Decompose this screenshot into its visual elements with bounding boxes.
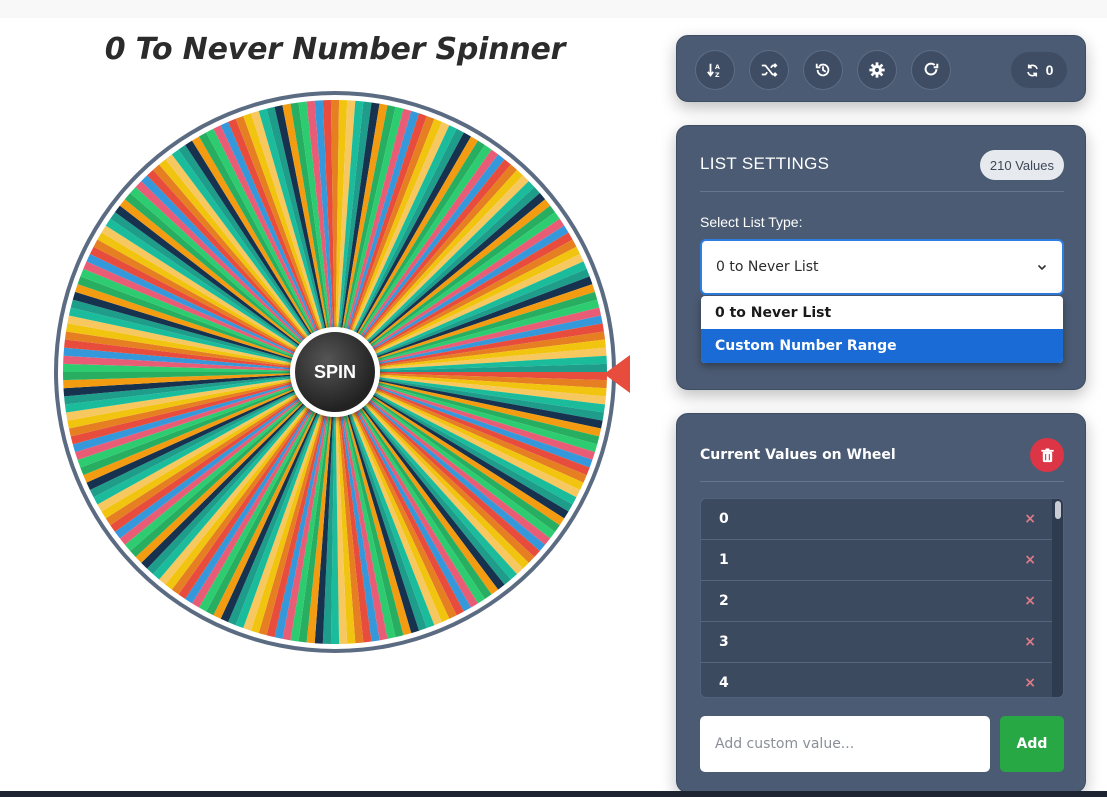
refresh-icon	[1026, 64, 1038, 76]
page-title: 0 To Never Number Spinner	[104, 32, 566, 67]
list-item-value: 1	[719, 552, 729, 568]
shuffle-button[interactable]	[749, 50, 789, 90]
list-item: 0 ×	[701, 499, 1054, 540]
svg-text:A: A	[715, 64, 720, 71]
shuffle-icon	[761, 63, 778, 77]
clear-all-button[interactable]	[1030, 438, 1064, 472]
values-count-badge: 210 Values	[979, 150, 1064, 180]
list-item-value: 2	[719, 593, 729, 609]
list-item: 2 ×	[701, 581, 1054, 622]
list-settings-panel: LIST SETTINGS 210 Values Select List Typ…	[676, 125, 1086, 390]
values-list[interactable]: 0 × 1 × 2 × 3 × 4 ×	[700, 498, 1064, 698]
scrollbar-thumb[interactable]	[1055, 501, 1061, 519]
sort-icon: A Z	[707, 63, 720, 79]
chevron-down-icon	[1037, 264, 1047, 271]
sort-button[interactable]: A Z	[695, 50, 735, 90]
gear-icon	[869, 62, 885, 78]
remove-item-button[interactable]: ×	[1024, 552, 1036, 568]
select-list-type-label: Select List Type:	[700, 214, 803, 230]
dropdown-option-highlighted[interactable]: Custom Number Range	[701, 329, 1063, 363]
spin-counter: 0	[1011, 52, 1067, 88]
values-panel: Current Values on Wheel 0 × 1 × 2 × 3 ×	[676, 413, 1086, 793]
spin-button[interactable]: SPIN	[290, 327, 380, 417]
add-value-button[interactable]: Add	[1000, 716, 1064, 772]
trash-icon	[1040, 447, 1054, 462]
values-header: Current Values on Wheel	[700, 438, 1064, 482]
remove-item-button[interactable]: ×	[1024, 593, 1036, 609]
list-type-select[interactable]: 0 to Never List	[700, 239, 1064, 295]
values-title: Current Values on Wheel	[700, 447, 896, 463]
list-item: 3 ×	[701, 622, 1054, 663]
spin-count: 0	[1045, 62, 1054, 78]
settings-button[interactable]	[857, 50, 897, 90]
list-type-dropdown: 0 to Never List Custom Number Range	[701, 296, 1063, 363]
list-item-value: 3	[719, 634, 729, 650]
list-item-value: 0	[719, 511, 729, 527]
dropdown-option[interactable]: 0 to Never List	[701, 296, 1063, 329]
redo-button[interactable]	[911, 50, 951, 90]
remove-item-button[interactable]: ×	[1024, 634, 1036, 650]
settings-header: LIST SETTINGS 210 Values	[700, 150, 1064, 192]
top-bar	[0, 0, 1107, 18]
bottom-bar	[0, 791, 1107, 797]
wheel-pointer	[604, 355, 630, 393]
settings-title: LIST SETTINGS	[700, 154, 830, 173]
remove-item-button[interactable]: ×	[1024, 675, 1036, 691]
remove-item-button[interactable]: ×	[1024, 511, 1036, 527]
toolbar-panel: A Z 0	[676, 35, 1086, 102]
history-button[interactable]	[803, 50, 843, 90]
list-item: 4 ×	[701, 663, 1054, 697]
list-item: 1 ×	[701, 540, 1054, 581]
add-custom-value-input[interactable]	[700, 716, 990, 772]
svg-text:Z: Z	[715, 72, 720, 79]
history-icon	[815, 63, 830, 77]
selected-list-type: 0 to Never List	[716, 259, 819, 275]
list-scrollbar[interactable]	[1052, 499, 1063, 697]
redo-icon	[924, 62, 939, 76]
list-item-value: 4	[719, 675, 729, 691]
